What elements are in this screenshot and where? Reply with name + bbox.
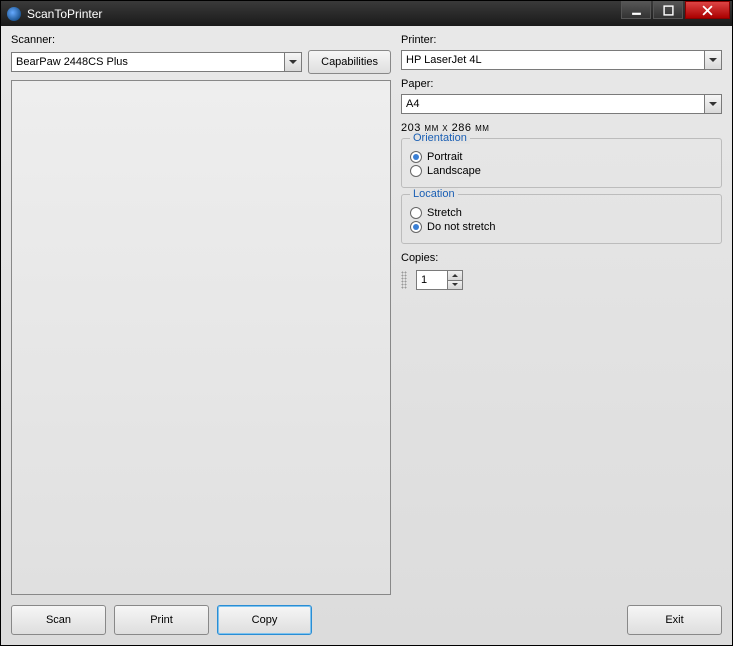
copies-up-button[interactable] <box>448 271 462 281</box>
scanner-selected-value: BearPaw 2448CS Plus <box>16 56 128 68</box>
left-column: Scanner: BearPaw 2448CS Plus Capabilitie… <box>11 32 391 595</box>
radio-icon <box>410 165 422 177</box>
location-stretch-label: Stretch <box>427 207 462 219</box>
preview-area <box>11 80 391 595</box>
paper-selected-value: A4 <box>406 98 419 110</box>
location-group: Location Stretch Do not stretch <box>401 194 722 244</box>
printer-selected-value: HP LaserJet 4L <box>406 54 482 66</box>
chevron-down-icon <box>704 95 721 113</box>
scanner-label: Scanner: <box>11 34 391 46</box>
radio-icon <box>410 207 422 219</box>
printer-label: Printer: <box>401 34 722 46</box>
location-stretch-radio[interactable]: Stretch <box>410 207 713 219</box>
paper-label: Paper: <box>401 78 722 90</box>
window-controls <box>621 1 732 26</box>
radio-icon <box>410 221 422 233</box>
app-window: ScanToPrinter Scanner: BearPaw 2448CS Pl… <box>0 0 733 646</box>
scan-button[interactable]: Scan <box>11 605 106 635</box>
window-title: ScanToPrinter <box>27 7 621 21</box>
orientation-landscape-label: Landscape <box>427 165 481 177</box>
copies-down-button[interactable] <box>448 281 462 290</box>
copy-button[interactable]: Copy <box>217 605 312 635</box>
minimize-button[interactable] <box>621 1 651 19</box>
gripper-icon <box>401 271 407 289</box>
location-donotstretch-radio[interactable]: Do not stretch <box>410 221 713 233</box>
copies-input[interactable] <box>417 271 447 289</box>
copies-stepper[interactable] <box>416 270 463 290</box>
print-button[interactable]: Print <box>114 605 209 635</box>
capabilities-button[interactable]: Capabilities <box>308 50 391 74</box>
chevron-down-icon <box>284 53 301 71</box>
orientation-legend: Orientation <box>410 132 470 144</box>
app-icon <box>7 7 21 21</box>
copies-label: Copies: <box>401 252 722 264</box>
orientation-landscape-radio[interactable]: Landscape <box>410 165 713 177</box>
chevron-down-icon <box>704 51 721 69</box>
exit-button[interactable]: Exit <box>627 605 722 635</box>
radio-icon <box>410 151 422 163</box>
scanner-select[interactable]: BearPaw 2448CS Plus <box>11 52 302 72</box>
close-button[interactable] <box>685 1 730 19</box>
printer-select[interactable]: HP LaserJet 4L <box>401 50 722 70</box>
orientation-portrait-label: Portrait <box>427 151 462 163</box>
titlebar: ScanToPrinter <box>1 1 732 26</box>
client-area: Scanner: BearPaw 2448CS Plus Capabilitie… <box>1 26 732 645</box>
orientation-group: Orientation Portrait Landscape <box>401 138 722 188</box>
paper-select[interactable]: A4 <box>401 94 722 114</box>
location-donotstretch-label: Do not stretch <box>427 221 495 233</box>
footer: Scan Print Copy Exit <box>11 605 722 635</box>
right-column: Printer: HP LaserJet 4L Paper: A4 203 мм… <box>401 32 722 595</box>
maximize-button[interactable] <box>653 1 683 19</box>
orientation-portrait-radio[interactable]: Portrait <box>410 151 713 163</box>
location-legend: Location <box>410 188 458 200</box>
